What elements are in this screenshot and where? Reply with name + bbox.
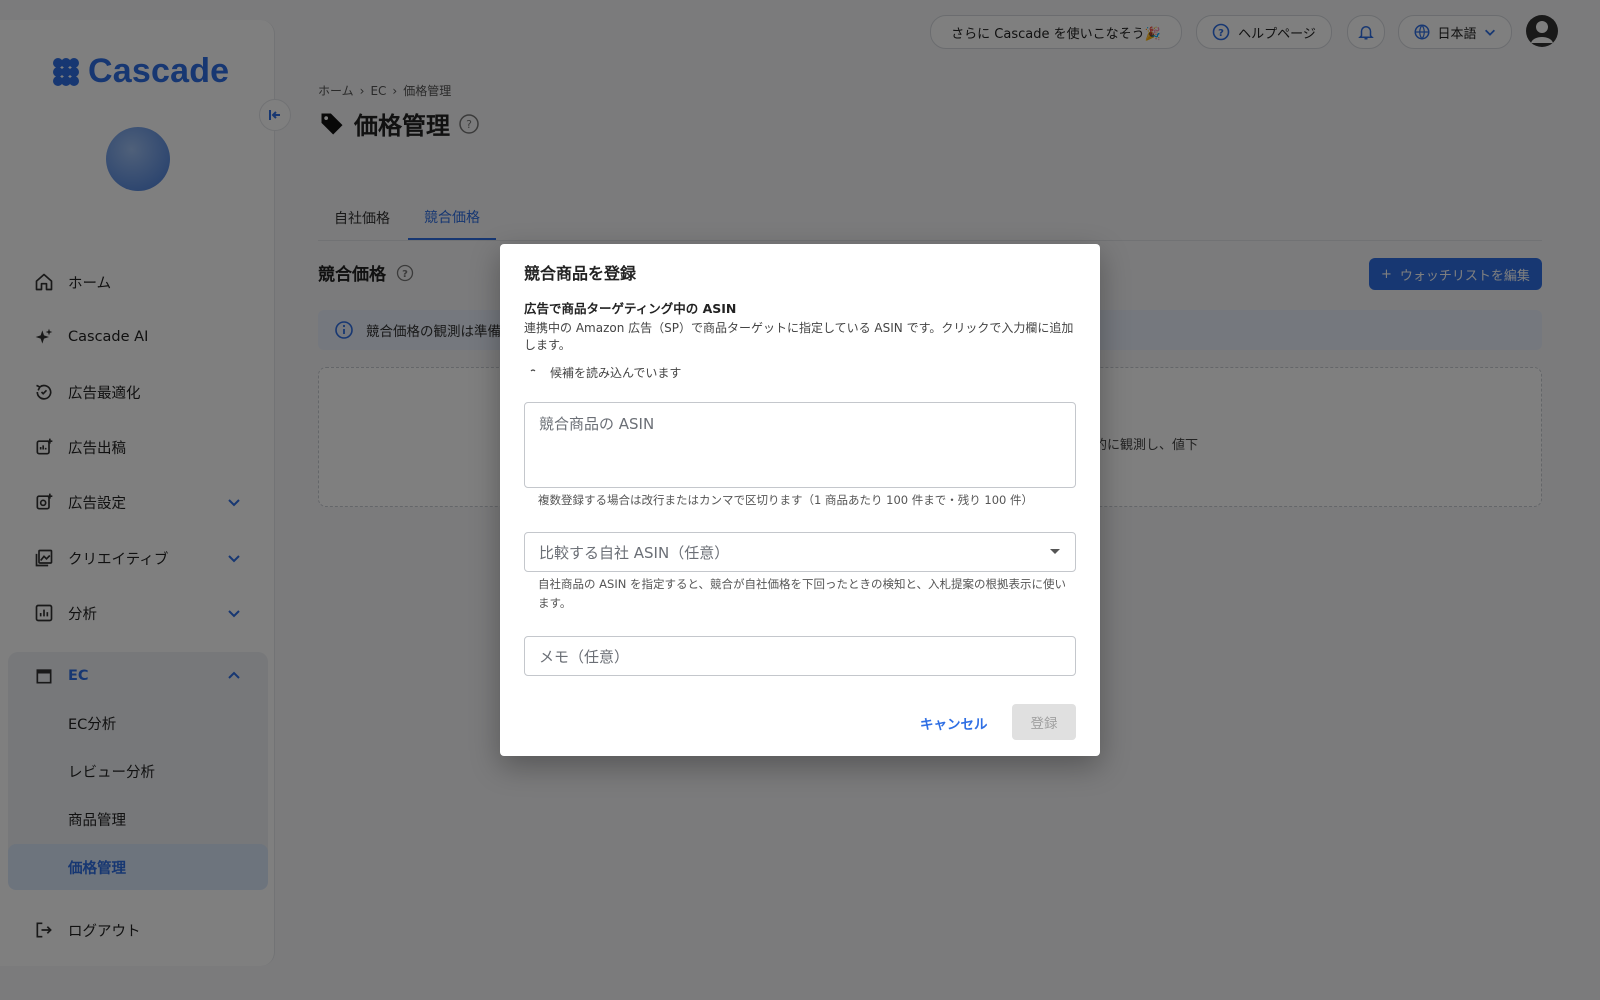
own-asin-helper-text: 自社商品の ASIN を指定すると、競合が自社価格を下回ったときの検知と、入札提… [538, 577, 1067, 610]
own-asin-placeholder: 比較する自社 ASIN（任意） [539, 544, 730, 562]
spinner-icon [530, 368, 536, 371]
competitor-asin-input[interactable]: 競合商品の ASIN [524, 402, 1076, 488]
loading-indicator: 候補を読み込んでいます [530, 364, 681, 381]
memo-placeholder: メモ（任意） [539, 648, 630, 666]
dialog-description: 連携中の Amazon 広告（SP）で商品ターゲットに指定している ASIN で… [524, 321, 1074, 352]
memo-input[interactable]: メモ（任意） [524, 636, 1076, 676]
register-competitor-dialog: 競合商品を登録 広告で商品ターゲティング中の ASIN 連携中の Amazon … [500, 244, 1100, 756]
competitor-asin-placeholder: 競合商品の ASIN [539, 415, 655, 433]
cancel-button[interactable]: キャンセル [920, 713, 988, 733]
asin-helper-text: 複数登録する場合は改行またはカンマで区切ります（1 商品あたり 100 件まで・… [538, 493, 1033, 507]
dialog-title: 競合商品を登録 [524, 264, 637, 283]
own-asin-select[interactable]: 比較する自社 ASIN（任意） [524, 532, 1076, 572]
register-button[interactable]: 登録 [1012, 704, 1076, 740]
loading-text: 候補を読み込んでいます [550, 366, 682, 380]
dropdown-arrow-icon [1050, 549, 1060, 554]
dialog-subtitle: 広告で商品ターゲティング中の ASIN [524, 301, 737, 316]
